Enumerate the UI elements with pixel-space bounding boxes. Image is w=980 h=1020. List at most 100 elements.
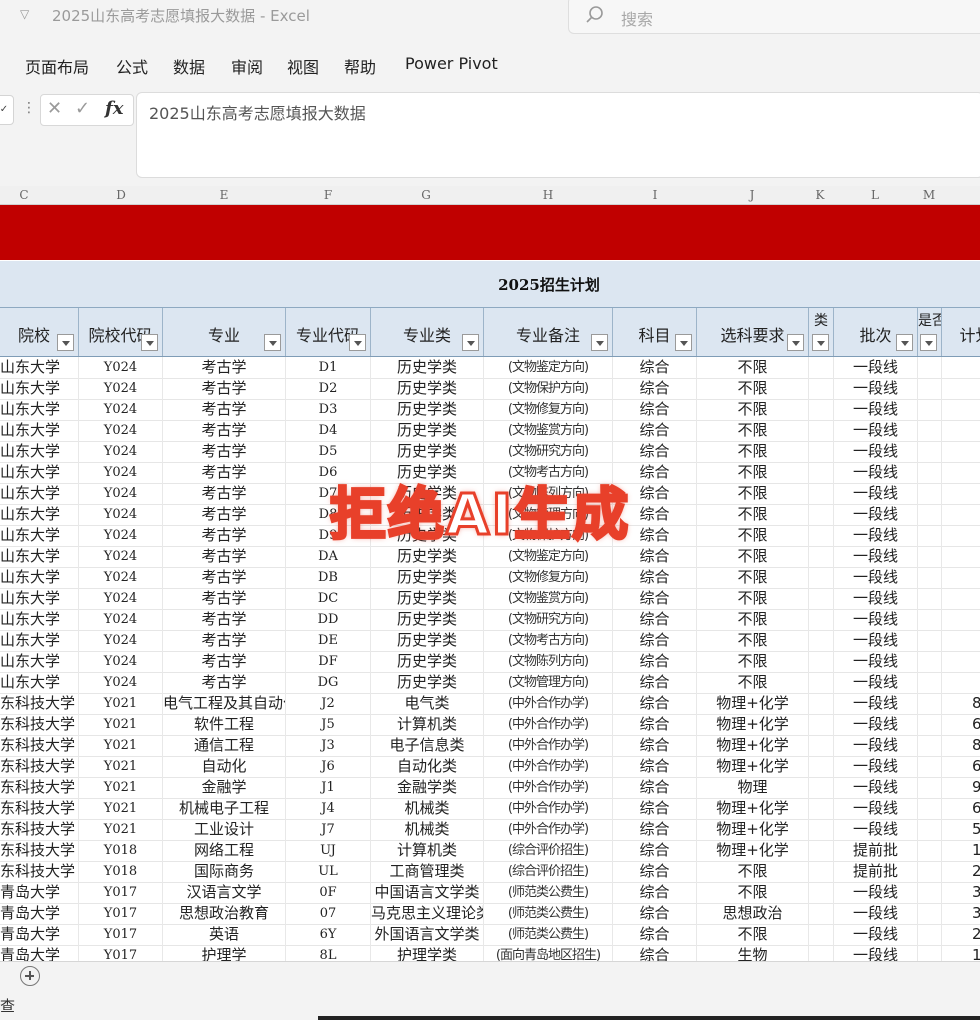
table-cell[interactable]: 山东大学 [0,567,79,588]
table-cell[interactable] [942,546,980,567]
table-cell[interactable]: Y021 [79,714,163,735]
table-cell[interactable]: 综合 [613,420,697,441]
table-cell[interactable] [809,756,834,777]
table-cell[interactable]: 提前批 [834,861,918,882]
table-cell[interactable] [918,735,942,756]
table-cell[interactable]: 一段线 [834,735,918,756]
table-cell[interactable]: 一段线 [834,714,918,735]
table-cell[interactable]: 不限 [697,378,809,399]
table-cell[interactable]: 考古学 [163,420,286,441]
table-cell[interactable]: (文物修复方向) [484,567,613,588]
table-cell[interactable]: (文物陈列方向) [484,651,613,672]
table-cell[interactable]: D1 [286,357,371,378]
table-cell[interactable]: 考古学 [163,525,286,546]
table-cell[interactable] [809,924,834,945]
table-cell[interactable]: 3 [942,903,980,924]
table-cell[interactable]: 山东大学 [0,672,79,693]
table-cell[interactable]: 护理学类 [371,945,484,961]
filter-dropdown-icon[interactable] [57,334,74,351]
table-cell[interactable]: 提前批 [834,840,918,861]
table-cell[interactable] [809,525,834,546]
table-cell[interactable]: Y021 [79,756,163,777]
table-cell[interactable]: 一段线 [834,630,918,651]
table-cell[interactable] [942,567,980,588]
table-cell[interactable]: 东科技大学 [0,693,79,714]
table-cell[interactable]: 东科技大学 [0,714,79,735]
table-cell[interactable]: Y017 [79,903,163,924]
table-cell[interactable]: 一段线 [834,693,918,714]
filter-dropdown-icon[interactable] [812,334,829,351]
table-cell[interactable]: (文物研究方向) [484,609,613,630]
table-cell[interactable]: DB [286,567,371,588]
table-cell[interactable] [918,399,942,420]
table-cell[interactable] [942,483,980,504]
cancel-icon[interactable]: ✕ [47,98,62,119]
table-cell[interactable] [918,420,942,441]
table-cell[interactable]: 考古学 [163,567,286,588]
table-cell[interactable]: 一段线 [834,441,918,462]
table-cell[interactable]: (文物管理方向) [484,672,613,693]
table-cell[interactable]: Y017 [79,945,163,961]
table-cell[interactable]: 综合 [613,882,697,903]
table-cell[interactable]: 一段线 [834,798,918,819]
table-cell[interactable]: 综合 [613,714,697,735]
table-cell[interactable]: (师范类公费生) [484,924,613,945]
table-cell[interactable]: 东科技大学 [0,840,79,861]
table-cell[interactable] [918,777,942,798]
table-cell[interactable]: 一段线 [834,903,918,924]
table-cell[interactable]: 历史学类 [371,420,484,441]
table-cell[interactable]: D3 [286,399,371,420]
table-cell[interactable] [918,672,942,693]
table-cell[interactable] [918,924,942,945]
filter-dropdown-icon[interactable] [787,334,804,351]
table-cell[interactable]: 综合 [613,399,697,420]
table-cell[interactable]: 青岛大学 [0,882,79,903]
column-letter-k[interactable]: K [810,188,830,202]
table-cell[interactable] [942,630,980,651]
table-cell[interactable]: 网络工程 [163,840,286,861]
table-cell[interactable]: 工业设计 [163,819,286,840]
table-cell[interactable]: 软件工程 [163,714,286,735]
table-cell[interactable]: Y024 [79,609,163,630]
column-letter-g[interactable]: G [416,188,436,202]
table-cell[interactable]: 综合 [613,567,697,588]
table-cell[interactable]: 不限 [697,924,809,945]
table-cell[interactable]: (文物鉴赏方向) [484,588,613,609]
table-cell[interactable]: 考古学 [163,483,286,504]
table-cell[interactable]: 山东大学 [0,441,79,462]
table-cell[interactable]: 自动化 [163,756,286,777]
table-cell[interactable]: 物理+化学 [697,756,809,777]
table-cell[interactable]: 计算机类 [371,714,484,735]
table-cell[interactable]: 山东大学 [0,462,79,483]
table-cell[interactable] [809,882,834,903]
table-cell[interactable] [918,714,942,735]
table-cell[interactable]: (综合评价招生) [484,861,613,882]
table-cell[interactable]: UJ [286,840,371,861]
table-cell[interactable]: DG [286,672,371,693]
table-cell[interactable] [918,504,942,525]
table-cell[interactable]: 电气工程及其自动化 [163,693,286,714]
column-letter-h[interactable]: H [538,188,558,202]
table-cell[interactable]: 3 [942,882,980,903]
table-cell[interactable] [942,588,980,609]
table-cell[interactable]: 一段线 [834,882,918,903]
table-cell[interactable]: 山东大学 [0,588,79,609]
table-cell[interactable] [809,609,834,630]
table-cell[interactable]: 护理学 [163,945,286,961]
column-letter-f[interactable]: F [318,188,338,202]
table-cell[interactable]: 考古学 [163,357,286,378]
filter-dropdown-icon[interactable] [896,334,913,351]
table-cell[interactable]: 1 [942,840,980,861]
tab-data[interactable]: 数据 [173,54,205,78]
table-cell[interactable] [809,420,834,441]
table-cell[interactable] [809,651,834,672]
table-cell[interactable] [809,777,834,798]
table-cell[interactable]: 一段线 [834,420,918,441]
table-cell[interactable]: 考古学 [163,609,286,630]
table-cell[interactable]: 综合 [613,672,697,693]
table-cell[interactable]: 8 [942,693,980,714]
table-cell[interactable]: 一段线 [834,819,918,840]
table-cell[interactable]: 6Y [286,924,371,945]
insert-function-icon[interactable]: fx [105,98,123,119]
table-cell[interactable] [918,798,942,819]
